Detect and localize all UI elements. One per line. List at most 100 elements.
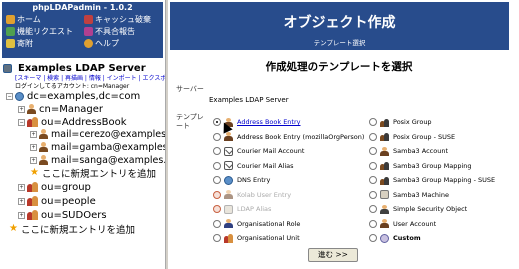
template-option[interactable]: Courier Mail Alias: [213, 160, 294, 172]
template-radio[interactable]: [369, 234, 377, 242]
menu-feature-request[interactable]: 機能リクエスト: [6, 26, 73, 37]
template-option[interactable]: Organisational Unit: [213, 232, 300, 244]
expand-icon[interactable]: +: [30, 130, 37, 138]
tree-node-people[interactable]: + ou=people: [18, 195, 96, 207]
expand-icon[interactable]: +: [30, 156, 37, 164]
expand-icon[interactable]: +: [18, 105, 25, 113]
expand-icon[interactable]: +: [18, 211, 25, 219]
tree-node-addressbook[interactable]: − ou=AddressBook: [18, 116, 127, 128]
tree-node-mail-gamba[interactable]: + mail=gamba@examples.c: [30, 141, 165, 153]
template-option[interactable]: User Account: [369, 218, 436, 230]
create-root-entry-link[interactable]: ★ ここに新規エントリを追加: [9, 223, 135, 237]
template-option: Kolab User Entry: [213, 189, 291, 201]
template-radio[interactable]: [369, 176, 377, 184]
template-radio[interactable]: [369, 132, 377, 141]
template-option[interactable]: Posix Group - SUSE: [369, 131, 455, 143]
collapse-icon[interactable]: −: [6, 92, 13, 100]
tree-node-sudoers[interactable]: + ou=SUDOers: [18, 209, 107, 221]
template-label-text: Address Book Entry: [237, 118, 301, 126]
menu-help[interactable]: ヘルプ: [84, 38, 119, 49]
page-banner: オブジェクト作成 テンプレート選択: [170, 2, 509, 50]
tree-node-group[interactable]: + ou=group: [18, 181, 91, 193]
template-radio[interactable]: [213, 147, 221, 155]
template-radio[interactable]: [369, 219, 377, 228]
tree-node-mail-sanga[interactable]: + mail=sanga@examples.c: [30, 154, 165, 166]
template-label-text: Courier Mail Alias: [237, 161, 294, 170]
template-option[interactable]: Organisational Role: [213, 218, 300, 230]
create-entry-link[interactable]: ★ ここに新規エントリを追加: [30, 167, 156, 181]
template-label-text: Organisational Role: [237, 219, 301, 228]
mail-icon: [224, 161, 233, 170]
server-icon: [3, 64, 12, 73]
machine-icon: [380, 190, 389, 199]
tree-node-root[interactable]: − dc=examples,dc=com: [6, 90, 140, 102]
main-pane: オブジェクト作成 テンプレート選択 作成処理のテンプレートを選択 サーバー Ex…: [169, 0, 519, 269]
tree-node-mail-cerezo[interactable]: + mail=cerezo@examples.c: [30, 128, 165, 140]
help-icon: [84, 39, 93, 48]
person-icon: [380, 146, 389, 156]
template-option[interactable]: Samba3 Machine: [369, 189, 449, 201]
coin-icon: [6, 39, 15, 48]
star-icon: ★: [9, 223, 18, 234]
template-radio[interactable]: [213, 234, 221, 242]
menu-home[interactable]: ホーム: [6, 14, 41, 25]
menu-donate[interactable]: 寄附: [6, 38, 33, 49]
login-info: ログインしてるアカウント: cn=Manager: [15, 83, 130, 90]
template-radio[interactable]: [369, 205, 377, 213]
globe-icon: [15, 91, 24, 101]
template-label-text: Organisational Unit: [237, 234, 300, 242]
template-option[interactable]: Samba3 Group Mapping: [369, 160, 472, 172]
custom-icon: [380, 233, 389, 243]
template-radio[interactable]: [213, 219, 221, 228]
ou-icon: [27, 196, 38, 206]
template-radio[interactable]: [369, 118, 377, 126]
expand-icon[interactable]: +: [18, 197, 25, 205]
template-label-text: Samba3 Account: [393, 147, 448, 155]
template-radio[interactable]: [213, 161, 221, 170]
section-heading: 作成処理のテンプレートを選択: [265, 61, 413, 73]
expand-icon[interactable]: +: [18, 183, 25, 191]
menu-purge-caches[interactable]: キャッシュ破棄: [84, 14, 151, 25]
menu-report-bug[interactable]: 不具合報告: [84, 26, 135, 37]
template-option[interactable]: Posix Group: [369, 116, 432, 128]
template-option[interactable]: DNS Entry: [213, 174, 270, 186]
template-radio[interactable]: [369, 190, 377, 199]
template-label-text: Posix Group: [393, 118, 432, 126]
template-option[interactable]: Address Book Entry (mozillaOrgPerson): [213, 131, 364, 143]
group-icon: [380, 118, 389, 127]
expand-icon[interactable]: +: [30, 143, 37, 151]
page-subtitle: テンプレート選択: [313, 39, 366, 47]
collapse-icon[interactable]: −: [18, 118, 25, 126]
template-label: テンプレート: [176, 113, 204, 130]
template-option[interactable]: Courier Mail Account: [213, 145, 304, 157]
template-radio[interactable]: [369, 161, 377, 170]
alias-icon: [224, 204, 233, 214]
user-icon: [39, 142, 48, 152]
person-icon: [224, 132, 233, 141]
group-icon: [380, 132, 389, 141]
template-option[interactable]: Simple Security Object: [369, 203, 467, 215]
role-icon: [224, 219, 233, 228]
template-option[interactable]: Custom: [369, 232, 421, 244]
person-icon: [380, 219, 389, 228]
template-radio: [213, 205, 221, 213]
template-option[interactable]: Samba3 Group Mapping - SUSE: [369, 174, 495, 186]
user-icon: [39, 129, 48, 139]
template-option[interactable]: Samba3 Account: [369, 145, 448, 157]
dns-icon: [224, 175, 233, 185]
secure-icon: [380, 204, 389, 214]
template-radio[interactable]: [213, 176, 221, 184]
template-radio[interactable]: [213, 132, 221, 141]
template-radio[interactable]: [369, 147, 377, 155]
server-label: サーバー: [176, 85, 204, 93]
tree-node-manager[interactable]: + cn=Manager: [18, 103, 103, 115]
template-radio: [213, 190, 221, 199]
template-label-text: Samba3 Group Mapping: [393, 161, 472, 170]
template-label-text: Kolab User Entry: [237, 190, 292, 199]
page-title: オブジェクト作成: [283, 15, 396, 31]
template-label-text: Address Book Entry (mozillaOrgPerson): [237, 132, 365, 141]
template-label-text: User Account: [393, 219, 437, 228]
template-option: LDAP Alias: [213, 203, 271, 215]
ou-icon: [224, 233, 233, 243]
next-button[interactable]: 進む >>: [308, 248, 358, 262]
